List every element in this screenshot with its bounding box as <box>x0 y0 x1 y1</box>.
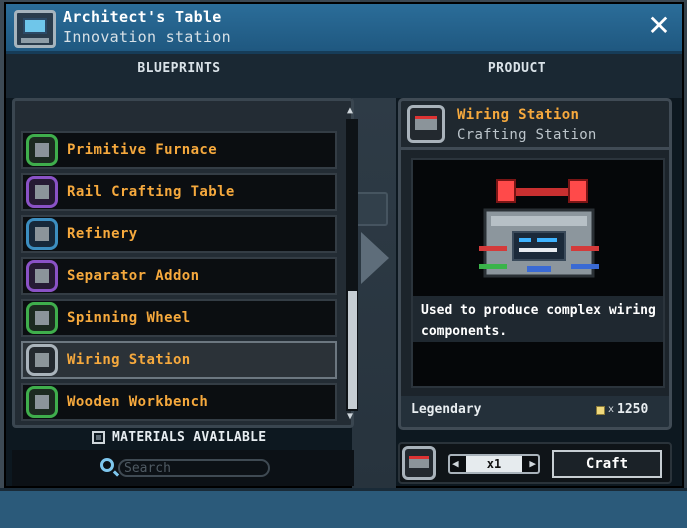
furnace-icon <box>26 134 58 166</box>
list-item-wiring-station[interactable]: Wiring Station <box>21 341 337 379</box>
item-label: Primitive Furnace <box>67 142 218 158</box>
list-item-primitive-furnace[interactable]: Primitive Furnace <box>21 131 337 169</box>
product-header: PRODUCT <box>352 54 682 98</box>
window-subtitle: Innovation station <box>63 28 231 46</box>
rarity-label: Legendary <box>411 402 482 417</box>
quantity-stepper: ◀ x1 ▶ <box>448 454 540 474</box>
product-preview: Used to produce complex wiring component… <box>411 158 665 388</box>
title-bar: Architect's Table Innovation station ✕ <box>6 4 682 54</box>
craft-row: ◀ x1 ▶ Craft <box>398 442 672 484</box>
wiring-station-icon <box>402 446 436 480</box>
product-type: Crafting Station <box>457 127 597 143</box>
decrement-button[interactable]: ◀ <box>452 457 459 470</box>
item-label: Refinery <box>67 226 138 242</box>
item-label: Spinning Wheel <box>67 310 191 326</box>
search-input[interactable] <box>118 459 270 477</box>
separator-icon <box>26 260 58 292</box>
list-item-rail-crafting-table[interactable]: Rail Crafting Table <box>21 173 337 211</box>
arrow-right-icon <box>361 232 389 284</box>
table-shape <box>21 38 49 43</box>
pixel-currency-icon <box>596 406 605 415</box>
blueprint-list: Primitive Furnace Rail Crafting Table Re… <box>12 98 358 428</box>
item-label: Separator Addon <box>67 268 200 284</box>
wiring-station-icon <box>26 344 58 376</box>
list-item-refinery[interactable]: Refinery <box>21 215 337 253</box>
close-button[interactable]: ✕ <box>646 12 672 40</box>
product-body: Used to produce complex wiring component… <box>398 150 672 396</box>
scroll-thumb[interactable] <box>348 291 357 409</box>
background-floor <box>0 488 687 528</box>
product-footer: Legendary x 1250 <box>398 396 672 430</box>
list-icon <box>354 192 388 226</box>
search-bar <box>12 450 354 486</box>
list-item-spinning-wheel[interactable]: Spinning Wheel <box>21 299 337 337</box>
product-header-panel: Wiring Station Crafting Station <box>398 98 672 150</box>
window-title: Architect's Table <box>63 8 222 26</box>
craft-button[interactable]: Craft <box>552 450 662 478</box>
item-label: Rail Crafting Table <box>67 184 235 200</box>
refinery-icon <box>26 218 58 250</box>
item-label: Wiring Station <box>67 352 191 368</box>
architect-table-icon <box>14 10 56 48</box>
increment-button[interactable]: ▶ <box>529 457 536 470</box>
price-multiplier: x <box>608 404 615 415</box>
spinning-wheel-icon <box>26 302 58 334</box>
product-price: 1250 <box>617 402 649 417</box>
crafting-window: Architect's Table Innovation station ✕ B… <box>4 2 684 488</box>
rail-table-icon <box>26 176 58 208</box>
quantity-value[interactable]: x1 <box>466 456 522 472</box>
search-icon <box>100 458 114 472</box>
list-item-wooden-workbench[interactable]: Wooden Workbench <box>21 383 337 421</box>
screen-shape <box>23 18 47 34</box>
scroll-down-icon[interactable]: ▼ <box>347 411 353 422</box>
item-label: Wooden Workbench <box>67 394 209 410</box>
wiring-station-sprite <box>479 179 599 278</box>
divider-panel <box>352 98 396 488</box>
product-name: Wiring Station <box>457 107 580 123</box>
blueprints-header: BLUEPRINTS <box>6 54 352 98</box>
materials-available-checkbox[interactable] <box>92 431 105 444</box>
scroll-up-icon[interactable]: ▲ <box>347 105 353 116</box>
workbench-icon <box>26 386 58 418</box>
materials-available-row: MATERIALS AVAILABLE <box>12 428 354 450</box>
materials-available-label: MATERIALS AVAILABLE <box>112 430 267 445</box>
product-description: Used to produce complex wiring component… <box>421 303 656 339</box>
wiring-station-icon <box>407 105 445 143</box>
list-item-separator-addon[interactable]: Separator Addon <box>21 257 337 295</box>
description-box: Used to produce complex wiring component… <box>413 296 663 342</box>
